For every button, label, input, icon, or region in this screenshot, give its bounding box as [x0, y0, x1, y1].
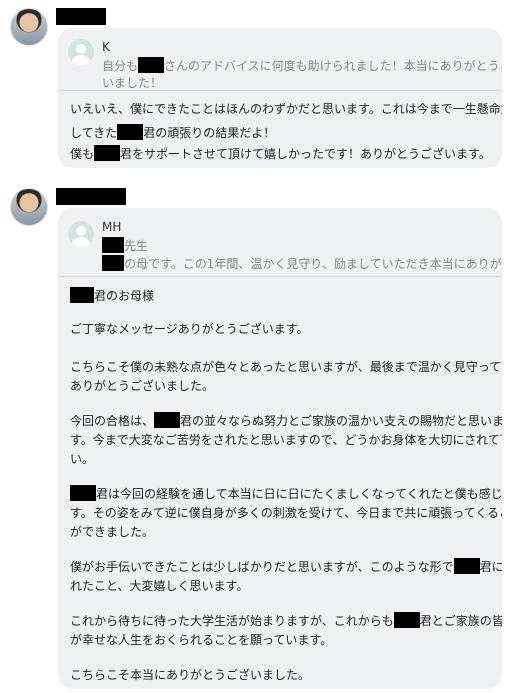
quoted-message[interactable]: K 自分も さんのアドバイスに何度も助けられました！本当にありがとうござ いました…: [58, 28, 502, 91]
redacted-name: [117, 124, 144, 140]
message-bubble[interactable]: MH 先生 の母です。この1年間、温かく見守り、励ましていただき本当にありが..…: [58, 208, 502, 689]
message-text-line: い。: [70, 452, 95, 466]
message-text-line: 今回の合格は、 君の並々ならぬ努力とご家族の温かい支えの賜物だと思いま: [70, 412, 502, 428]
quoted-text-line: の母です。この1年間、温かく見守り、励ましていただき本当にありが...: [102, 255, 502, 272]
message-text-line: こちらこそ僕の未熟な点が色々とあったと思いますが、最後まで温かく見守って下さり: [70, 360, 502, 374]
sender-name-redacted: [56, 188, 126, 205]
sender-avatar[interactable]: [10, 8, 48, 46]
quoted-author: MH: [102, 220, 122, 234]
message-text-line: が幸せな人生をおくられることを願っています。: [70, 633, 333, 647]
quoted-text-line: いました！: [102, 76, 163, 90]
redacted-name: [138, 57, 165, 73]
message-text-line: す。その姿をみて逆に僕自身が多くの刺激を受けて、今日まで共に頑張ってくること: [70, 506, 502, 520]
message-text-line: 君は今回の経験を通して本当に日に日にたくましくなってくれたと僕も感じま: [70, 485, 502, 502]
sender-name-redacted: [56, 8, 106, 25]
quoted-text-line: 先生: [102, 237, 148, 254]
message-text-line: れたこと、大変嬉しく思います。: [70, 579, 249, 593]
sender-avatar[interactable]: [10, 188, 48, 226]
user-avatar-icon: [68, 39, 94, 65]
message-bubble[interactable]: K 自分も さんのアドバイスに何度も助けられました！本当にありがとうござ いました…: [58, 28, 502, 168]
redacted-name: [393, 612, 420, 628]
redacted-name: [70, 485, 96, 501]
redacted-name: [70, 287, 94, 303]
quoted-text-line: 自分も さんのアドバイスに何度も助けられました！本当にありがとうござ: [102, 57, 502, 73]
message-text-line: す。今まで大変なご苦労をされたと思いますので、どうかお身体を大切にされて下さ: [70, 433, 502, 447]
message-text-line: してきた 君の頑張りの結果だよ！: [70, 124, 276, 140]
message-text-line: いえいえ、僕にできたことはほんのわずかだと思います。これは今まで一生懸命勉強: [70, 102, 502, 116]
message-text-line: これから待ちに待った大学生活が始まりますが、これからも君とご家族の皆さん: [70, 612, 502, 628]
user-avatar-icon: [68, 221, 94, 247]
message-text-line: ができました。: [70, 525, 155, 539]
redacted-name: [94, 145, 121, 161]
message-text-line: 君のお母様: [70, 287, 154, 304]
redacted-name: [102, 237, 124, 253]
quoted-message[interactable]: MH 先生 の母です。この1年間、温かく見守り、励ましていただき本当にありが..…: [58, 208, 502, 277]
message-text-line: 僕がお手伝いできたことは少しばかりだと思いますが、このような形で君に関わ: [70, 558, 502, 574]
message-text-line: こちらこそ本当にありがとうございました。: [70, 668, 311, 682]
redacted-name: [102, 255, 124, 271]
redacted-name: [453, 558, 480, 574]
message-text-line: ありがとうございました。: [70, 379, 215, 393]
redacted-name: [154, 412, 181, 428]
quoted-author: K: [102, 40, 110, 54]
message-text-line: 僕も 君をサポートさせて頂けて嬉しかったです！ありがとうございます。: [70, 145, 491, 161]
message-text-line: ご丁寧なメッセージありがとうございます。: [70, 322, 309, 336]
